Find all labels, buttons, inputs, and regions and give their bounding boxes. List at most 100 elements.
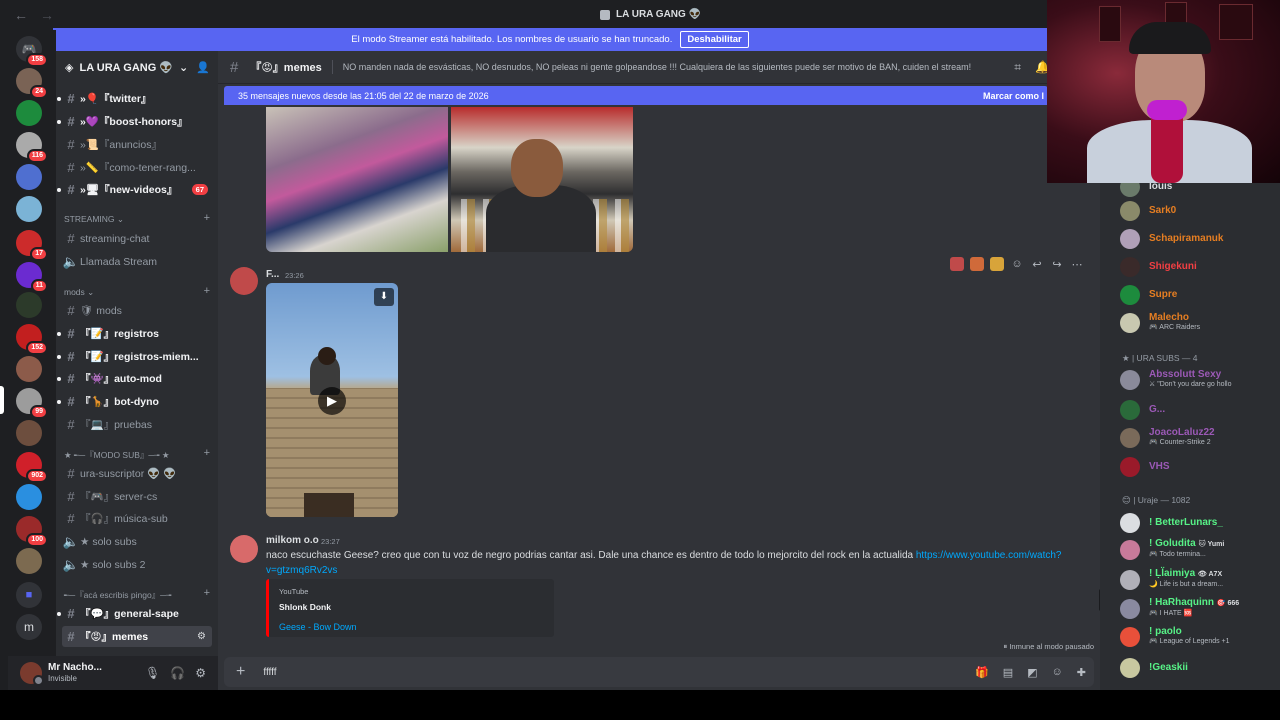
channel-llamada-stream[interactable]: 🔈 Llamada Stream bbox=[62, 251, 212, 272]
server-icon[interactable] bbox=[16, 356, 42, 382]
channel-auto-mod[interactable]: # 『👾』auto-mod bbox=[57, 368, 212, 389]
user-info[interactable]: Mr Nacho... Invisible bbox=[48, 662, 102, 684]
member-item[interactable]: louis bbox=[1120, 183, 1280, 197]
reply-icon[interactable]: ↩ bbox=[1030, 258, 1044, 271]
member-item[interactable]: Abssolutt Sexy ⚔ "Don't you dare go hollo bbox=[1120, 370, 1280, 390]
folder-icon[interactable]: ■ bbox=[16, 582, 42, 608]
server-icon[interactable] bbox=[16, 164, 42, 190]
server-icon[interactable]: 11 bbox=[16, 262, 48, 293]
member-item[interactable]: Malecho 🎮 ARC Raiders bbox=[1120, 313, 1280, 333]
server-icon[interactable]: 152 bbox=[16, 324, 48, 355]
server-icon[interactable] bbox=[16, 484, 42, 510]
member-item[interactable]: ! paolo 🎮 League of Legends +1 bbox=[1120, 627, 1280, 647]
add-channel-icon[interactable]: + bbox=[204, 285, 210, 297]
server-icon[interactable]: 100 bbox=[16, 516, 48, 547]
server-m-icon[interactable]: m bbox=[16, 614, 42, 640]
member-item[interactable]: ! Goludita 🐱 Yumi 🎮 Todo termina... bbox=[1120, 539, 1280, 560]
channel-registros-miembros[interactable]: # 『📝』registros-miem... bbox=[57, 346, 212, 367]
member-item[interactable]: VHS bbox=[1120, 457, 1280, 477]
gear-icon[interactable]: ⚙ bbox=[197, 631, 206, 642]
gif-icon[interactable]: ▤ bbox=[1003, 666, 1013, 679]
member-item[interactable]: Shigekuni bbox=[1120, 257, 1280, 277]
member-item[interactable]: ! BetterLunars_ bbox=[1120, 513, 1280, 533]
server-icon[interactable] bbox=[16, 196, 42, 222]
add-reaction-icon[interactable]: ☺ bbox=[1010, 258, 1024, 270]
member-item[interactable]: Sark0 bbox=[1120, 201, 1280, 221]
channel-anuncios[interactable]: # »📜『anuncios』 bbox=[62, 134, 212, 155]
channel-bot-dyno[interactable]: # 『🦒』bot-dyno bbox=[57, 391, 212, 412]
channel-pruebas[interactable]: # 『💻』pruebas bbox=[62, 414, 212, 435]
reaction-emoji-icon[interactable] bbox=[990, 257, 1004, 271]
channel-solo-subs[interactable]: 🔈 ★ solo subs bbox=[62, 531, 212, 552]
channel-new-videos[interactable]: # »🖥『new-videos』 67 bbox=[57, 179, 212, 200]
add-channel-icon[interactable]: + bbox=[204, 212, 210, 224]
channel-boost-honors[interactable]: # »💜『boost-honors』 bbox=[57, 111, 212, 132]
server-icon[interactable]: 902 bbox=[16, 452, 48, 483]
video-attachment[interactable]: ▶ ⬇ bbox=[266, 283, 398, 517]
attachment-image[interactable] bbox=[451, 107, 633, 252]
avatar[interactable] bbox=[230, 535, 258, 563]
channel-solo-subs-2[interactable]: 🔈 ★ solo subs 2 bbox=[62, 554, 212, 575]
server-icon[interactable] bbox=[16, 420, 42, 446]
member-item[interactable]: JoacoLaluz22 🎮 Counter-Strike 2 bbox=[1120, 428, 1280, 448]
category-mods[interactable]: mods ⌄ + bbox=[64, 285, 212, 298]
server-icon[interactable]: 116 bbox=[16, 132, 48, 163]
guild-header[interactable]: ◈ LA URA GANG 👽 ⌄ 👤 bbox=[56, 51, 218, 83]
channel-general-sape[interactable]: # 『💬』general-sape bbox=[57, 603, 212, 624]
channel-twitter[interactable]: # »🎈『twitter』 bbox=[57, 88, 212, 109]
reaction-emoji-icon[interactable] bbox=[950, 257, 964, 271]
category-streaming[interactable]: STREAMING ⌄ + bbox=[64, 212, 212, 225]
channel-mods[interactable]: # 🛡 mods bbox=[62, 300, 212, 321]
forward-arrow-icon[interactable]: → bbox=[40, 7, 54, 23]
headphones-icon[interactable]: 🎧 bbox=[170, 666, 185, 680]
embed-title[interactable]: Geese - Bow Down bbox=[279, 622, 544, 632]
download-icon[interactable]: ⬇ bbox=[374, 288, 394, 306]
add-attachment-icon[interactable]: + bbox=[236, 663, 245, 681]
channel-streaming-chat[interactable]: # streaming-chat bbox=[62, 228, 212, 249]
play-icon[interactable]: ▶ bbox=[318, 387, 346, 415]
member-item[interactable]: ! Ḷl̈aimiya 👁 A7X 🌙 Life is but a dream..… bbox=[1120, 569, 1280, 590]
server-icon[interactable] bbox=[16, 548, 42, 574]
emoji-icon[interactable]: ☺ bbox=[1052, 666, 1063, 679]
back-arrow-icon[interactable]: ← bbox=[14, 7, 28, 23]
reaction-emoji-icon[interactable] bbox=[970, 257, 984, 271]
embed-author[interactable]: Shlonk Donk bbox=[279, 602, 544, 612]
gear-icon[interactable]: ⚙ bbox=[195, 666, 206, 680]
server-icon[interactable]: 24 bbox=[16, 68, 48, 99]
channel-registros[interactable]: # 『📝』registros bbox=[57, 323, 212, 344]
disable-streamer-button[interactable]: Deshabilitar bbox=[680, 31, 749, 48]
server-icon[interactable]: 17 bbox=[16, 230, 48, 261]
attachment-image[interactable] bbox=[266, 107, 448, 252]
server-icon[interactable] bbox=[16, 292, 42, 318]
message-composer[interactable]: + fffff 🎁 ▤ ◩ ☺ ✚ bbox=[224, 657, 1094, 687]
channel-como-tener-rango[interactable]: # »📏『como-tener-rang... bbox=[62, 157, 212, 178]
channel-server-cs[interactable]: # 『🎮』server-cs bbox=[62, 486, 212, 507]
member-item[interactable]: Supre bbox=[1120, 285, 1280, 305]
forward-icon[interactable]: ↪ bbox=[1050, 258, 1064, 271]
more-options-icon[interactable]: ⋯ bbox=[1070, 258, 1084, 271]
server-icon[interactable] bbox=[16, 100, 42, 126]
avatar[interactable] bbox=[20, 662, 44, 686]
add-channel-icon[interactable]: + bbox=[204, 587, 210, 599]
member-item[interactable]: !Geaskii bbox=[1120, 658, 1280, 678]
sticker-icon[interactable]: ◩ bbox=[1027, 666, 1037, 679]
channel-musica-sub[interactable]: # 『🎧』música-sub bbox=[62, 508, 212, 529]
server-icon[interactable]: 99 bbox=[16, 388, 48, 419]
member-item[interactable]: G... bbox=[1120, 400, 1280, 420]
channel-memes[interactable]: # 『😡』memes ⚙ bbox=[62, 626, 212, 647]
apps-icon[interactable]: ✚ bbox=[1077, 666, 1086, 679]
gift-icon[interactable]: 🎁 bbox=[975, 666, 989, 679]
category-aca-escribis[interactable]: ╾─『acá escribis pingo』─╼ + bbox=[64, 587, 212, 601]
threads-icon[interactable]: ⌗ bbox=[1014, 60, 1021, 75]
message-author[interactable]: F... bbox=[266, 269, 279, 280]
message-input[interactable]: fffff bbox=[263, 667, 276, 678]
member-item[interactable]: ! HaRhaquinn 🎯 666 🎮 I HATE 🆘 bbox=[1120, 598, 1280, 619]
channel-ura-suscriptor[interactable]: # ura-suscriptor 👽 👽 bbox=[62, 463, 212, 484]
discord-home-icon[interactable]: 🎮 158 bbox=[16, 36, 48, 67]
avatar[interactable] bbox=[230, 267, 258, 295]
mark-as-read-button[interactable]: Marcar como l bbox=[983, 91, 1044, 101]
member-item[interactable]: Schapiramanuk bbox=[1120, 229, 1280, 249]
message-author[interactable]: milkom o.o bbox=[266, 535, 319, 546]
microphone-icon[interactable]: 🎙 bbox=[145, 666, 160, 680]
category-modo-sub[interactable]: ★ ╾─『MODO SUB』─╼ ★ + bbox=[64, 447, 212, 461]
